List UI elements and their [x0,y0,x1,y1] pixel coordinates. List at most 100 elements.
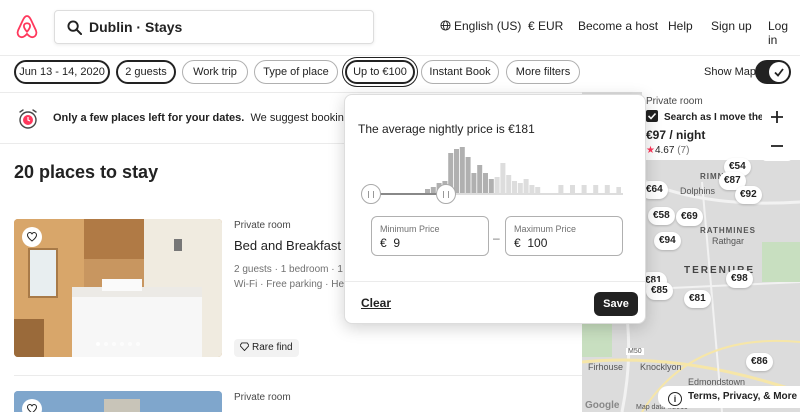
map-place-label: Dolphins [680,186,716,196]
clear-button[interactable]: Clear [361,296,391,310]
listing-type: Private room [234,220,291,231]
min-price-handle[interactable] [361,184,381,204]
terms-label: Terms, Privacy, & More [688,391,798,402]
photo-carousel-dots[interactable] [14,333,222,351]
help-link[interactable]: Help [668,19,693,33]
language-label: English (US) [454,19,522,33]
listing-photo[interactable] [14,391,222,412]
histogram-bar [581,185,587,193]
zoom-in-button[interactable] [762,102,792,132]
min-price-field[interactable]: Minimum Price € 9 [371,216,489,256]
dates-filter[interactable]: Jun 13 - 14, 2020 [14,60,110,84]
location-search-bar[interactable]: Dublin · Stays [54,10,374,44]
price-filter-popup: The average nightly price is €181 Minimu… [344,94,646,324]
price-pin[interactable]: €86 [746,353,773,371]
carousel-dot[interactable] [96,342,100,346]
histogram-bar [558,185,564,193]
price-pin[interactable]: €58 [648,207,675,225]
max-price-field[interactable]: Maximum Price € 100 [505,216,623,256]
instant-book-filter[interactable]: Instant Book [421,60,499,84]
alarm-clock-icon [19,109,37,129]
carousel-dot[interactable] [128,342,132,346]
price-histogram [425,147,621,193]
zoom-out-button[interactable] [762,131,792,161]
search-as-move-label: Search as I move the map [664,112,764,123]
save-to-wishlist-button[interactable] [22,227,42,247]
grip-icon [368,191,374,198]
star-icon: ★ [646,145,655,156]
map-card-rating: ★4.67 (7) [646,145,689,156]
price-pin[interactable]: €94 [654,232,681,250]
search-icon [67,20,82,35]
histogram-bar [529,185,535,193]
terms-privacy-button[interactable]: i Terms, Privacy, & More [658,386,800,408]
histogram-bar [494,177,500,193]
histogram-bar [593,185,599,193]
histogram-bar [454,149,459,193]
map-place-label: Rathgar [712,236,745,246]
min-price-label: Minimum Price [380,224,440,234]
histogram-bar [517,183,523,193]
airbnb-logo-icon[interactable] [16,14,38,40]
carousel-dot[interactable] [104,342,108,346]
max-price-amount: 100 [527,236,548,250]
save-button[interactable]: Save [594,292,638,316]
histogram-bar [483,173,488,193]
average-price-text: The average nightly price is €181 [358,122,535,136]
listing-details: 2 guests · 1 bedroom · 1 b [234,264,346,275]
map-card-rating-value: 4.67 [654,145,675,156]
min-price-amount: 9 [393,236,401,250]
map-card-type: Private room [646,96,703,107]
carousel-dot[interactable] [112,342,116,346]
filter-bar: Jun 13 - 14, 2020 2 guests Work trip Typ… [0,56,800,92]
plus-icon [771,111,783,123]
become-host-link[interactable]: Become a host [578,19,658,33]
notice-message: Only a few places left for your dates. W… [53,112,380,124]
max-price-currency: € [514,236,521,250]
price-filter[interactable]: Up to €100 [345,60,415,84]
globe-icon [440,20,451,31]
building-photo [14,391,222,412]
carousel-dot[interactable] [136,342,140,346]
price-pin[interactable]: €92 [735,186,762,204]
carousel-dot[interactable] [120,342,124,346]
language-selector[interactable]: English (US) [440,19,521,33]
map-area-label: RATHMINES [700,226,756,235]
max-price-handle[interactable] [436,184,456,204]
max-price-value[interactable]: € 100 [514,236,547,250]
map-card-reviews: (7) [677,145,690,156]
histogram-bar [459,147,465,193]
price-pin[interactable]: €81 [684,290,711,308]
histogram-bar [512,181,517,193]
listing-type: Private room [234,392,291,403]
info-icon: i [668,392,682,406]
price-pin[interactable]: €85 [646,282,673,300]
currency-selector[interactable]: € EUR [528,19,563,33]
histogram-bar [604,185,610,193]
more-filters-button[interactable]: More filters [506,60,580,84]
show-map-toggle[interactable] [755,60,791,84]
histogram-bar [465,157,471,193]
signup-link[interactable]: Sign up [711,19,752,33]
grip-icon [443,191,449,198]
work-trip-filter[interactable]: Work trip [182,60,248,84]
listing-amenities: Wi-Fi · Free parking · Hea [234,279,346,290]
listing-photo[interactable] [14,219,222,357]
histogram-bar [500,163,506,193]
guests-filter[interactable]: 2 guests [116,60,176,84]
min-price-value[interactable]: € 9 [380,236,400,250]
type-of-place-filter[interactable]: Type of place [254,60,338,84]
price-pin[interactable]: €98 [726,270,753,288]
login-link[interactable]: Log in [768,19,800,47]
save-to-wishlist-button[interactable] [22,399,42,412]
minus-icon [771,145,783,147]
listing-title[interactable]: Bed and Breakfast I [234,238,346,253]
price-pin[interactable]: €69 [676,208,703,226]
top-header: Dublin · Stays English (US) € EUR Become… [0,0,800,56]
show-map-label: Show Map [704,66,756,78]
results-title: 20 places to stay [14,162,159,182]
search-query-text: Dublin · Stays [89,19,183,35]
price-range-separator: – [493,231,500,245]
google-logo: Google [585,400,620,411]
search-as-move-checkbox[interactable]: Search as I move the map [642,107,764,129]
